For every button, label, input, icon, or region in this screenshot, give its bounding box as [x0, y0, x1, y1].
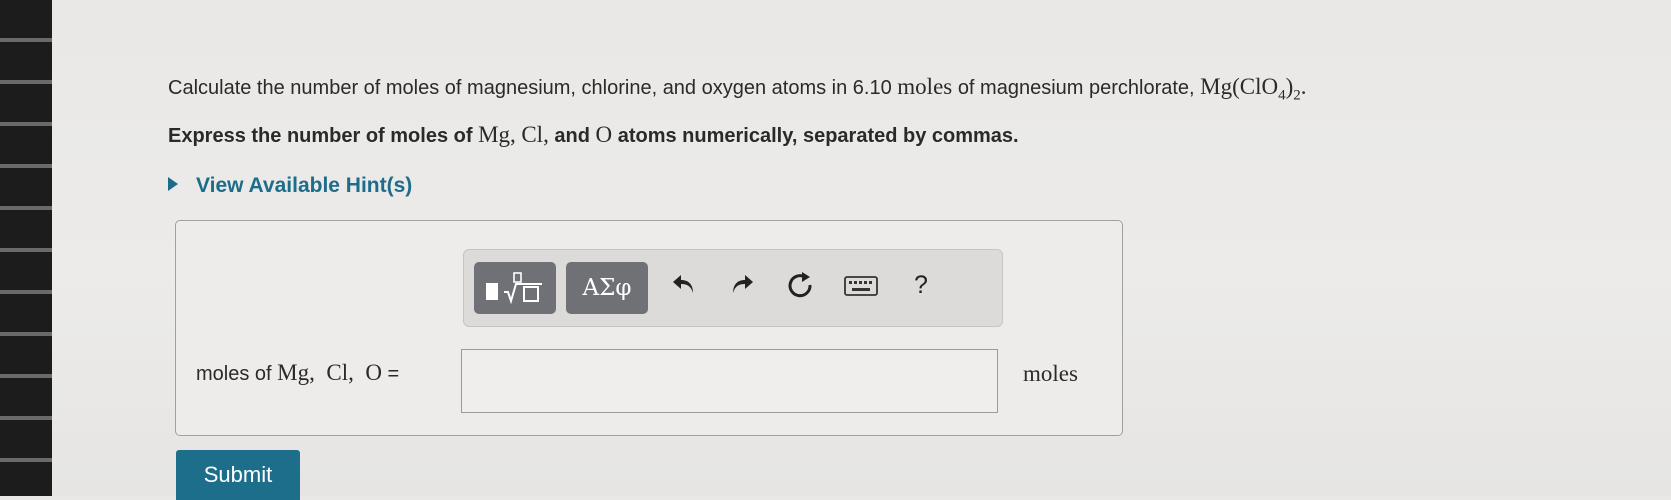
answer-label-symbols: Mg, Cl, O: [277, 360, 382, 385]
templates-icon: [486, 272, 542, 305]
symbols-button[interactable]: ΑΣφ: [566, 262, 648, 314]
instruction-text-end: atoms numerically, separated by commas.: [617, 125, 1019, 147]
question-unit: moles: [897, 74, 953, 99]
templates-button[interactable]: [474, 262, 556, 314]
instruction-and: and: [554, 125, 590, 147]
symbol-o: O: [595, 122, 613, 147]
answer-label-prefix: moles of: [196, 363, 272, 385]
question-compound-text: of magnesium perchlorate,: [957, 77, 1195, 99]
hint-label: View Available Hint(s): [196, 174, 413, 197]
chemical-formula: Mg(ClO4)2.: [1200, 74, 1307, 104]
instruction-text: Express the number of moles of: [168, 125, 473, 147]
reset-icon[interactable]: [785, 270, 815, 300]
symbol-cl: Cl,: [521, 122, 549, 147]
view-hints-toggle[interactable]: View Available Hint(s): [168, 174, 412, 198]
math-toolbar: ΑΣφ ?: [463, 249, 1003, 327]
submit-button[interactable]: Submit: [176, 450, 300, 500]
redo-icon[interactable]: [727, 270, 757, 300]
question-text: Calculate the number of moles of magnesi…: [168, 77, 892, 99]
keyboard-icon[interactable]: [844, 275, 878, 297]
caret-right-icon: [168, 177, 178, 192]
answer-input[interactable]: [461, 349, 998, 413]
answer-panel: ΑΣφ ? moles of Mg, Cl, O = moles: [175, 220, 1123, 436]
symbol-mg: Mg,: [478, 122, 516, 147]
answer-unit: moles: [1023, 361, 1078, 386]
equals-sign: =: [387, 363, 400, 385]
question-line-1: Calculate the number of moles of magnesi…: [168, 74, 1307, 105]
answer-label: moles of Mg, Cl, O =: [196, 360, 399, 386]
undo-icon[interactable]: [669, 270, 699, 300]
help-button[interactable]: ?: [914, 270, 928, 300]
question-line-2: Express the number of moles of Mg, Cl, a…: [168, 122, 1019, 148]
left-dark-strip: [0, 0, 52, 496]
